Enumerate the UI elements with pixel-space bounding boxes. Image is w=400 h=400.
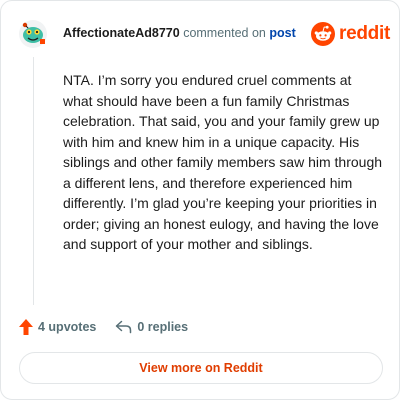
reddit-snoo-icon xyxy=(311,22,335,46)
replies-button[interactable]: 0 replies xyxy=(115,320,188,334)
comment-header: AffectionateAd8770 commented on post xyxy=(63,26,296,40)
reddit-wordmark: reddit xyxy=(339,23,390,44)
reply-count: 0 replies xyxy=(137,320,189,334)
reddit-logo[interactable]: reddit xyxy=(311,22,390,46)
upvote-count: 4 upvotes xyxy=(38,320,97,334)
upvote-arrow-icon xyxy=(19,319,33,335)
comment-embed-card: AffectionateAd8770 commented on post red… xyxy=(0,0,400,400)
commented-on-text: commented on xyxy=(183,26,266,40)
post-link[interactable]: post xyxy=(269,26,295,40)
view-more-on-reddit-button[interactable]: View more on Reddit xyxy=(19,352,383,384)
upvote-button[interactable]: 4 upvotes xyxy=(19,319,96,335)
comment-actions: 4 upvotes 0 replies xyxy=(19,319,188,335)
username-link[interactable]: AffectionateAd8770 xyxy=(63,26,180,40)
user-avatar-icon[interactable] xyxy=(18,19,48,49)
reply-arrow-icon xyxy=(116,320,132,334)
thread-line xyxy=(33,57,34,305)
comment-body: NTA. I’m sorry you endured cruel comment… xyxy=(63,72,383,252)
